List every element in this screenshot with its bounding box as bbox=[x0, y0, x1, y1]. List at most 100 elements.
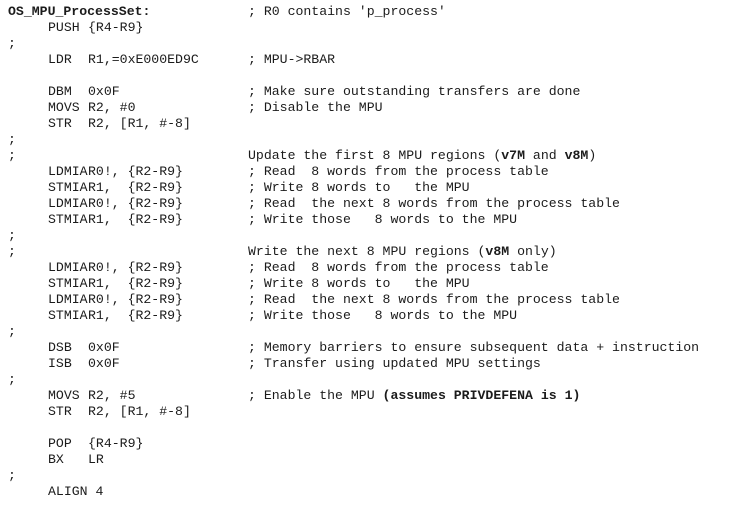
code-mnemonic: ISB bbox=[48, 356, 72, 371]
code-comment: ; Enable the MPU (assumes PRIVDEFENA is … bbox=[248, 388, 580, 404]
code-operands: {R4-R9} bbox=[88, 20, 144, 35]
code-mnemonic: STMIA bbox=[48, 308, 88, 323]
code-operands: R0!, {R2-R9} bbox=[88, 196, 183, 211]
code-line: STMIA R1, {R2-R9} ; Write those 8 words to… bbox=[0, 308, 756, 324]
code-mnemonic: BX bbox=[48, 452, 64, 467]
code-comment: ; MPU->RBAR bbox=[248, 52, 336, 67]
code-operands: R2, #5 bbox=[88, 388, 136, 403]
code-line: STMIA R1, {R2-R9} ; Write 8 words to the M… bbox=[0, 180, 756, 196]
code-line: ; bbox=[0, 132, 756, 148]
comment-marker-line: ; bbox=[8, 244, 16, 259]
code-comment: ; Write those 8 words to the MPU bbox=[248, 308, 518, 323]
code-line: LDMIA R0!, {R2-R9} ; Read 8 words from the… bbox=[0, 260, 756, 276]
code-operands: R2, #0 bbox=[88, 100, 136, 115]
code-line: POP {R4-R9} bbox=[0, 436, 756, 452]
code-line: LDR R1,=0xE000ED9C ; MPU->RBAR bbox=[0, 52, 756, 68]
plain-text: ) bbox=[588, 148, 597, 163]
code-line: ISB 0x0F ; Transfer using updated MPU sett… bbox=[0, 356, 756, 372]
code-comment: ; Read 8 words from the process table bbox=[248, 260, 549, 275]
code-mnemonic: DSB bbox=[48, 340, 72, 355]
code-comment: ; Read the next 8 words from the process… bbox=[248, 292, 620, 307]
code-operands: LR bbox=[88, 452, 104, 467]
comment-marker-line: ; bbox=[8, 148, 16, 163]
plain-text: Update the first 8 MPU regions ( bbox=[248, 148, 502, 163]
plain-text: only) bbox=[509, 244, 557, 259]
comment-marker-line: ; bbox=[8, 468, 16, 483]
code-label: OS_MPU_ProcessSet: bbox=[8, 4, 151, 19]
code-operands: {R4-R9} bbox=[88, 436, 144, 451]
code-operands: R2, [R1, #-8] bbox=[88, 116, 191, 131]
comment-marker-line: ; bbox=[8, 324, 16, 339]
code-operands: 0x0F bbox=[88, 84, 120, 99]
emphasis-text: (assumes PRIVDEFENA is 1) bbox=[382, 388, 581, 403]
code-line: DSB 0x0F ; Memory barriers to ensure subse… bbox=[0, 340, 756, 356]
code-listing: OS_MPU_ProcessSet: ; R0 contains 'p_proce… bbox=[0, 0, 756, 514]
code-line: ALIGN 4 bbox=[0, 484, 756, 500]
code-operands: R1,=0xE000ED9C bbox=[88, 52, 199, 67]
plain-text: Write the next 8 MPU regions ( bbox=[248, 244, 486, 259]
code-comment: ; Read the next 8 words from the process… bbox=[248, 196, 620, 211]
code-mnemonic: ALIGN 4 bbox=[48, 484, 104, 499]
code-mnemonic: PUSH bbox=[48, 20, 80, 35]
code-line: MOVS R2, #0 ; Disable the MPU bbox=[0, 100, 756, 116]
code-line: LDMIA R0!, {R2-R9} ; Read the next 8 words… bbox=[0, 196, 756, 212]
code-operands: 0x0F bbox=[88, 340, 120, 355]
code-line: ; bbox=[0, 372, 756, 388]
code-comment: ; Read 8 words from the process table bbox=[248, 164, 549, 179]
code-operands: R0!, {R2-R9} bbox=[88, 292, 183, 307]
code-line: MOVS R2, #5 ; Enable the MPU (assumes PRIV… bbox=[0, 388, 756, 404]
code-mnemonic: STMIA bbox=[48, 180, 88, 195]
code-operands: R2, [R1, #-8] bbox=[88, 404, 191, 419]
code-comment: ; Write those 8 words to the MPU bbox=[248, 212, 518, 227]
comment-marker-line: ; bbox=[8, 132, 16, 147]
code-mnemonic: LDR bbox=[48, 52, 72, 67]
code-line: LDMIA R0!, {R2-R9} ; Read the next 8 words… bbox=[0, 292, 756, 308]
code-mnemonic: LDMIA bbox=[48, 260, 88, 275]
comment-marker-line: ; bbox=[8, 36, 16, 51]
plain-text: ; Enable the MPU bbox=[248, 388, 383, 403]
emphasis-text: v7M bbox=[501, 148, 525, 163]
code-comment: ; Transfer using updated MPU settings bbox=[248, 356, 541, 371]
code-mnemonic: STMIA bbox=[48, 212, 88, 227]
emphasis-text: v8M bbox=[564, 148, 589, 163]
code-line: ; bbox=[0, 468, 756, 484]
plain-text: and bbox=[525, 148, 565, 163]
comment-marker-line: ; bbox=[8, 228, 16, 243]
code-lines-container: OS_MPU_ProcessSet: ; R0 contains 'p_proce… bbox=[0, 4, 756, 500]
code-line: BX LR bbox=[0, 452, 756, 468]
code-line: STR R2, [R1, #-8] bbox=[0, 116, 756, 132]
code-mnemonic: STR bbox=[48, 116, 72, 131]
code-mnemonic: LDMIA bbox=[48, 196, 88, 211]
code-comment: ; Write 8 words to the MPU bbox=[248, 180, 470, 195]
code-line: ; bbox=[0, 228, 756, 244]
code-operands: R1, {R2-R9} bbox=[88, 212, 183, 227]
code-operands: 0x0F bbox=[88, 356, 120, 371]
code-line: LDMIA R0!, {R2-R9} ; Read 8 words from the… bbox=[0, 164, 756, 180]
code-mnemonic: LDMIA bbox=[48, 292, 88, 307]
code-line: ; Update the first 8 MPU regions (v7M and… bbox=[0, 148, 756, 164]
code-line: STR R2, [R1, #-8] bbox=[0, 404, 756, 420]
code-line: ; bbox=[0, 324, 756, 340]
code-operands: R1, {R2-R9} bbox=[88, 308, 183, 323]
code-operands: R0!, {R2-R9} bbox=[88, 260, 183, 275]
code-mnemonic: LDMIA bbox=[48, 164, 88, 179]
code-comment: Write the next 8 MPU regions (v8M only) bbox=[248, 244, 557, 260]
code-comment: ; Memory barriers to ensure subsequent d… bbox=[248, 340, 700, 355]
code-line: ; Write the next 8 MPU regions (v8M only) bbox=[0, 244, 756, 260]
code-line: STMIA R1, {R2-R9} ; Write those 8 words to… bbox=[0, 212, 756, 228]
code-mnemonic: DBM bbox=[48, 84, 72, 99]
code-line: OS_MPU_ProcessSet: ; R0 contains 'p_proce… bbox=[0, 4, 756, 20]
code-line: ; bbox=[0, 36, 756, 52]
code-line: PUSH {R4-R9} bbox=[0, 20, 756, 36]
code-operands: R0!, {R2-R9} bbox=[88, 164, 183, 179]
code-mnemonic: MOVS bbox=[48, 100, 80, 115]
code-mnemonic: STMIA bbox=[48, 276, 88, 291]
code-mnemonic: STR bbox=[48, 404, 72, 419]
code-mnemonic: MOVS bbox=[48, 388, 80, 403]
code-comment: ; Write 8 words to the MPU bbox=[248, 276, 470, 291]
code-operands: R1, {R2-R9} bbox=[88, 276, 183, 291]
code-line: DBM 0x0F ; Make sure outstanding transfers… bbox=[0, 84, 756, 100]
code-mnemonic: POP bbox=[48, 436, 72, 451]
